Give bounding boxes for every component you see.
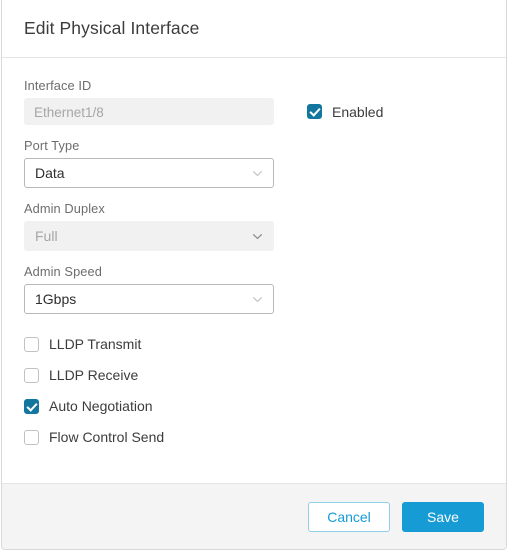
port-type-value: Data	[35, 165, 65, 181]
interface-id-row: Ethernet1/8 Enabled	[24, 98, 484, 125]
enabled-checkbox[interactable]	[307, 104, 322, 119]
edit-physical-interface-dialog: Edit Physical Interface Interface ID Eth…	[1, 0, 507, 550]
admin-speed-group: Admin Speed 1Gbps	[24, 264, 484, 314]
port-type-select[interactable]: Data	[24, 158, 274, 188]
page-title: Edit Physical Interface	[24, 18, 200, 38]
dialog-header: Edit Physical Interface	[2, 0, 506, 58]
save-button[interactable]: Save	[402, 501, 484, 532]
checkbox-row-lldp-receive[interactable]: LLDP Receive	[24, 362, 484, 388]
dialog-footer: Cancel Save	[2, 483, 506, 549]
admin-speed-value: 1Gbps	[35, 291, 77, 307]
dialog-body: Interface ID Ethernet1/8 Enabled Port Ty…	[2, 58, 506, 483]
admin-duplex-group: Admin Duplex Full	[24, 201, 484, 251]
interface-options-list: LLDP Transmit LLDP Receive Auto Negotiat…	[24, 331, 484, 450]
chevron-down-icon	[251, 230, 264, 243]
auto-negotiation-label: Auto Negotiation	[49, 398, 153, 414]
interface-id-input: Ethernet1/8	[24, 98, 274, 125]
port-type-group: Port Type Data	[24, 138, 484, 188]
admin-duplex-label: Admin Duplex	[24, 201, 105, 216]
interface-id-label: Interface ID	[24, 78, 92, 93]
admin-duplex-select: Full	[24, 221, 274, 251]
enabled-checkbox-row[interactable]: Enabled	[307, 104, 383, 120]
interface-id-group: Interface ID Ethernet1/8 Enabled	[24, 78, 484, 125]
enabled-checkbox-label: Enabled	[332, 103, 384, 120]
chevron-down-icon	[251, 293, 264, 306]
chevron-down-icon	[251, 167, 264, 180]
flow-control-send-label: Flow Control Send	[49, 429, 165, 445]
admin-speed-select[interactable]: 1Gbps	[24, 284, 274, 314]
lldp-transmit-checkbox[interactable]	[24, 336, 39, 352]
checkbox-row-flow-control-send[interactable]: Flow Control Send	[24, 424, 484, 450]
cancel-button[interactable]: Cancel	[308, 501, 390, 532]
lldp-transmit-label: LLDP Transmit	[49, 336, 142, 352]
lldp-receive-checkbox[interactable]	[24, 367, 39, 383]
auto-negotiation-checkbox[interactable]	[24, 398, 39, 414]
admin-duplex-value: Full	[35, 228, 58, 244]
flow-control-send-checkbox[interactable]	[24, 429, 39, 445]
checkbox-row-lldp-transmit[interactable]: LLDP Transmit	[24, 331, 484, 357]
port-type-label: Port Type	[24, 138, 80, 153]
lldp-receive-label: LLDP Receive	[49, 367, 139, 383]
admin-speed-label: Admin Speed	[24, 264, 102, 279]
checkbox-row-auto-negotiation[interactable]: Auto Negotiation	[24, 393, 484, 419]
